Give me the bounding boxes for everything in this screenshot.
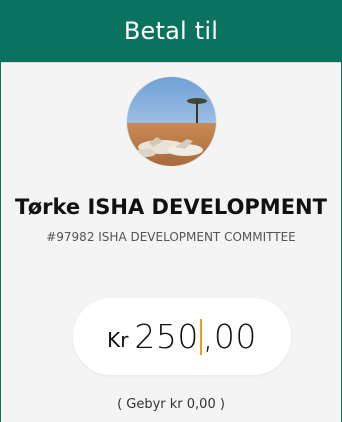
payment-screen: Betal til Tørke ISHA DEVELOPMENT #97982 … (0, 0, 342, 422)
text-caret (199, 318, 202, 355)
header: Betal til (1, 0, 341, 63)
fee-text: ( Gebyr kr 0,00 ) (117, 397, 225, 412)
amount-decimal: ,00 (202, 317, 257, 356)
recipient-avatar (127, 77, 216, 166)
recipient-name: Tørke ISHA DEVELOPMENT (15, 195, 327, 219)
header-title: Betal til (123, 17, 219, 45)
recipient-subtitle: #97982 ISHA DEVELOPMENT COMMITTEE (46, 230, 296, 244)
drought-landscape-image (127, 77, 216, 166)
amount-input[interactable]: Kr 250 ,00 (73, 298, 291, 375)
amount-integer: 250 (134, 317, 199, 356)
currency-label: Kr (107, 327, 129, 352)
